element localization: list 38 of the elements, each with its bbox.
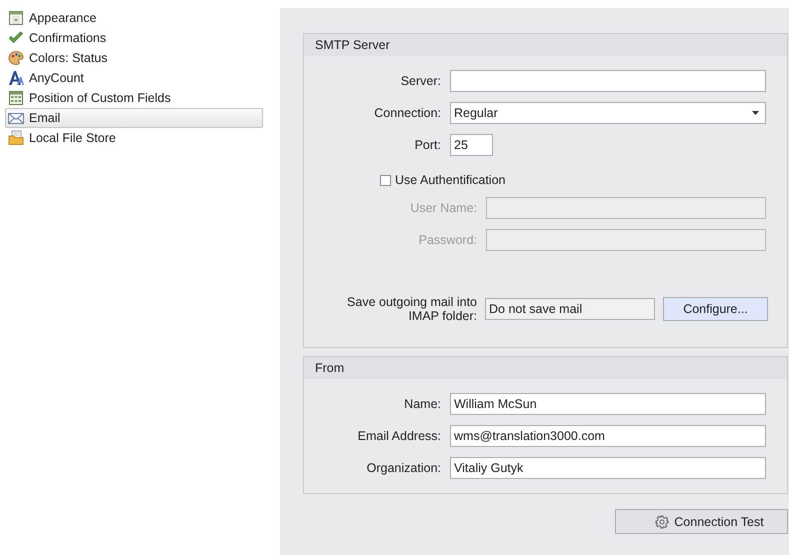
input-field[interactable]: William McSun xyxy=(450,393,766,415)
field-label: Connection: xyxy=(373,106,441,120)
folder-icon xyxy=(8,130,24,146)
field-label: Password: xyxy=(418,233,477,247)
sidebar-item[interactable]: Colors: Status xyxy=(5,48,263,68)
field-label: User Name: xyxy=(409,201,477,215)
field-label: Name: xyxy=(403,397,441,411)
sidebar-item[interactable]: Confirmations xyxy=(5,28,263,48)
input-field[interactable]: 25 xyxy=(450,134,493,156)
readonly-field: Do not save mail xyxy=(485,298,655,320)
table-icon xyxy=(8,90,24,106)
calendar-icon xyxy=(8,10,24,26)
group-title: SMTP Server xyxy=(304,34,787,56)
palette-icon xyxy=(8,50,24,66)
field-label: Email Address: xyxy=(356,429,441,443)
group-title: From xyxy=(304,357,787,379)
checkmark-icon xyxy=(8,30,24,46)
letters-icon xyxy=(8,70,24,86)
field-label: Organization: xyxy=(366,461,441,475)
field-label: Port: xyxy=(414,138,441,152)
sidebar-item[interactable]: AnyCount xyxy=(5,68,263,88)
input-field[interactable]: Vitaliy Gutyk xyxy=(450,457,766,479)
checkbox[interactable] xyxy=(380,174,391,186)
dropdown-arrow-icon xyxy=(752,111,759,115)
envelope-icon xyxy=(8,110,24,126)
sidebar-item[interactable]: Position of Custom Fields xyxy=(5,88,263,108)
connection-test-button[interactable]: Connection Test xyxy=(615,509,788,534)
checkbox-label: Use Authentification xyxy=(395,173,506,187)
sidebar-item[interactable]: Appearance xyxy=(5,8,263,28)
sidebar-item[interactable]: Local File Store xyxy=(5,128,263,148)
connection-dropdown[interactable]: Regular xyxy=(450,102,766,124)
sidebar-item[interactable]: Email xyxy=(5,108,263,128)
field-label: Server: xyxy=(400,74,441,88)
gear-icon xyxy=(655,514,670,528)
input-field[interactable]: wms@translation3000.com xyxy=(450,425,766,447)
input-field[interactable] xyxy=(450,70,766,92)
configure-button[interactable]: Configure... xyxy=(663,297,768,321)
field-label: Save outgoing mail into IMAP folder: xyxy=(346,295,477,323)
